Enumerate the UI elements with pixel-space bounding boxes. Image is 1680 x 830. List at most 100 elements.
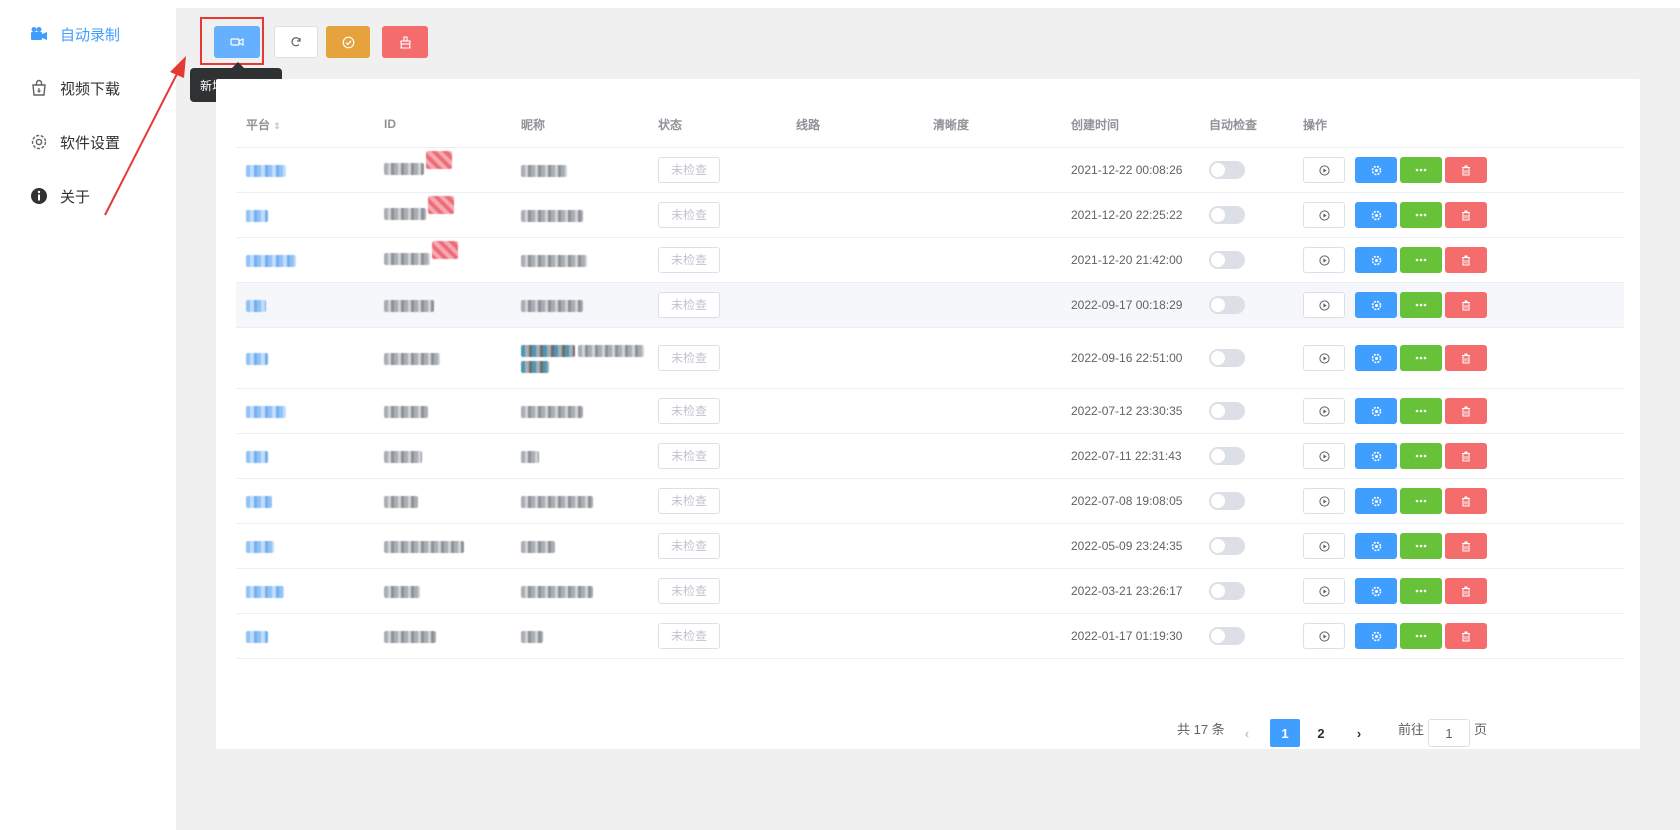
sidebar-item-auto-record[interactable]: 自动录制 [30, 22, 120, 46]
settings-button[interactable] [1355, 157, 1397, 183]
delete-button[interactable] [1445, 292, 1487, 318]
play-button[interactable] [1303, 488, 1345, 514]
play-button[interactable] [1303, 202, 1345, 228]
page-1-button[interactable]: 1 [1270, 719, 1300, 747]
settings-button[interactable] [1355, 578, 1397, 604]
auto-check-toggle[interactable] [1209, 492, 1245, 510]
id-cell [374, 388, 511, 434]
auto-check-cell [1199, 237, 1293, 283]
more-button[interactable] [1400, 578, 1442, 604]
play-button[interactable] [1303, 578, 1345, 604]
play-button[interactable] [1303, 292, 1345, 318]
check-all-button[interactable] [326, 26, 370, 58]
play-button[interactable] [1303, 443, 1345, 469]
sort-icon[interactable]: ⇕ [273, 121, 281, 131]
settings-button[interactable] [1355, 443, 1397, 469]
prev-page-button[interactable]: ‹ [1232, 719, 1262, 747]
actions-cell [1293, 282, 1624, 328]
nickname-cell [511, 388, 648, 434]
play-button[interactable] [1303, 533, 1345, 559]
auto-check-toggle[interactable] [1209, 402, 1245, 420]
auto-check-cell [1199, 192, 1293, 238]
auto-check-toggle[interactable] [1209, 206, 1245, 224]
play-circle-icon [1318, 450, 1330, 462]
auto-check-toggle[interactable] [1209, 251, 1245, 269]
settings-button[interactable] [1355, 247, 1397, 273]
play-button[interactable] [1303, 398, 1345, 424]
play-button[interactable] [1303, 345, 1345, 371]
more-button[interactable] [1400, 292, 1442, 318]
table-row: 未检查 2022-01-17 01:19:30 [236, 613, 1624, 659]
delete-button[interactable] [1445, 157, 1487, 183]
settings-button[interactable] [1355, 623, 1397, 649]
more-button[interactable] [1400, 623, 1442, 649]
gear-icon [1371, 255, 1381, 265]
settings-button[interactable] [1355, 202, 1397, 228]
delete-button[interactable] [1445, 443, 1487, 469]
quality-cell [923, 147, 1061, 193]
more-dots-icon [1415, 544, 1427, 548]
auto-check-toggle[interactable] [1209, 447, 1245, 465]
play-button[interactable] [1303, 623, 1345, 649]
line-cell [786, 613, 923, 659]
settings-button[interactable] [1355, 398, 1397, 424]
status-cell: 未检查 [648, 282, 786, 328]
delete-button[interactable] [1445, 345, 1487, 371]
gear-icon [30, 133, 48, 151]
page-2-button[interactable]: 2 [1306, 719, 1336, 747]
settings-button[interactable] [1355, 292, 1397, 318]
delete-button[interactable] [1445, 247, 1487, 273]
actions-cell [1293, 568, 1624, 614]
sidebar-item-about[interactable]: 关于 [30, 184, 90, 208]
more-button[interactable] [1400, 443, 1442, 469]
status-cell: 未检查 [648, 478, 786, 524]
goto-page-input[interactable] [1428, 719, 1470, 747]
auto-check-toggle[interactable] [1209, 582, 1245, 600]
auto-check-toggle[interactable] [1209, 296, 1245, 314]
sidebar-item-label: 自动录制 [60, 26, 121, 44]
auto-check-toggle[interactable] [1209, 161, 1245, 179]
status-cell: 未检查 [648, 237, 786, 283]
more-button[interactable] [1400, 345, 1442, 371]
quality-cell [923, 433, 1061, 479]
refresh-button[interactable] [274, 26, 318, 58]
auto-check-toggle[interactable] [1209, 349, 1245, 367]
settings-button[interactable] [1355, 345, 1397, 371]
delete-button[interactable] [1445, 623, 1487, 649]
auto-check-toggle[interactable] [1209, 627, 1245, 645]
more-button[interactable] [1400, 398, 1442, 424]
column-header-platform[interactable]: 平台 ⇕ [236, 101, 374, 148]
delete-button[interactable] [1445, 578, 1487, 604]
status-badge: 未检查 [658, 157, 720, 183]
settings-button[interactable] [1355, 533, 1397, 559]
nickname-cell [511, 568, 648, 614]
platform-cell [236, 327, 374, 389]
more-button[interactable] [1400, 533, 1442, 559]
play-button[interactable] [1303, 247, 1345, 273]
table-row: 未检查 2022-09-17 00:18:29 [236, 282, 1624, 328]
status-cell: 未检查 [648, 613, 786, 659]
line-cell [786, 523, 923, 569]
trash-icon [1462, 406, 1470, 417]
delete-button[interactable] [1445, 398, 1487, 424]
records-table: 平台 ⇕ ID 昵称 状态 线路 清晰度 创建时间 自动检查 操作 未检查 202… [236, 101, 1624, 659]
delete-button[interactable] [1445, 488, 1487, 514]
more-button[interactable] [1400, 247, 1442, 273]
settings-button[interactable] [1355, 488, 1397, 514]
next-page-button[interactable]: › [1344, 719, 1374, 747]
delete-button[interactable] [1445, 533, 1487, 559]
play-button[interactable] [1303, 157, 1345, 183]
clear-button[interactable] [382, 26, 428, 58]
delete-button[interactable] [1445, 202, 1487, 228]
gear-icon [1371, 496, 1381, 506]
actions-cell [1293, 147, 1624, 193]
status-cell: 未检查 [648, 192, 786, 238]
records-card: 平台 ⇕ ID 昵称 状态 线路 清晰度 创建时间 自动检查 操作 未检查 202… [216, 79, 1640, 749]
auto-check-toggle[interactable] [1209, 537, 1245, 555]
more-button[interactable] [1400, 157, 1442, 183]
gear-icon [1371, 406, 1381, 416]
more-button[interactable] [1400, 202, 1442, 228]
more-button[interactable] [1400, 488, 1442, 514]
more-dots-icon [1415, 303, 1427, 307]
play-circle-icon [1318, 352, 1330, 364]
